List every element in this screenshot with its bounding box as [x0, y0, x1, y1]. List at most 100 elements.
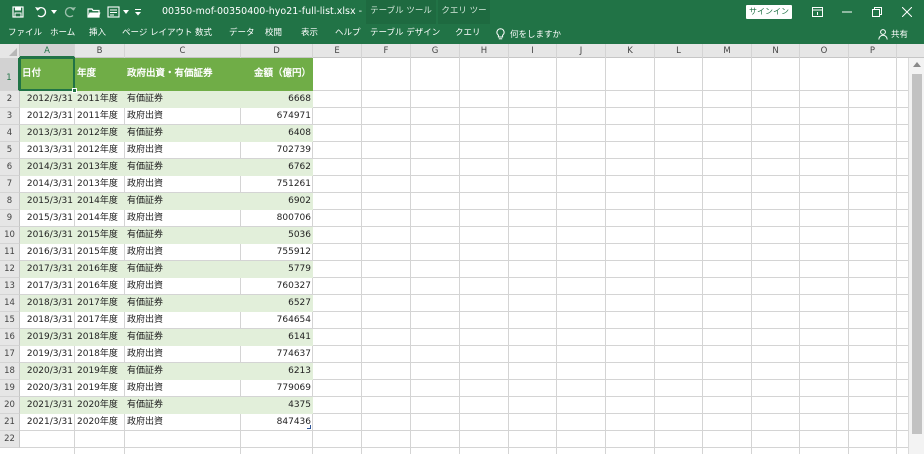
tab-view[interactable]: 表示 [301, 24, 318, 44]
undo-icon[interactable] [30, 0, 50, 24]
row-header[interactable]: 21 [0, 414, 20, 431]
table-cell-date[interactable]: 2012/3/31 [20, 108, 75, 125]
table-cell-amount[interactable]: 4375 [241, 397, 313, 414]
table-cell-category[interactable]: 有価証券 [125, 227, 241, 244]
tab-file[interactable]: ファイル [8, 24, 42, 44]
table-cell-year[interactable]: 2019年度 [75, 363, 125, 380]
table-cell-date[interactable]: 2018/3/31 [20, 312, 75, 329]
row-header[interactable]: 13 [0, 278, 20, 295]
row-header[interactable]: 3 [0, 108, 20, 125]
table-cell-date[interactable]: 2020/3/31 [20, 363, 75, 380]
table-cell-date[interactable]: 2014/3/31 [20, 176, 75, 193]
redo-icon[interactable] [60, 0, 80, 24]
table-cell-year[interactable]: 2012年度 [75, 142, 125, 159]
table-cell-amount[interactable]: 702739 [241, 142, 313, 159]
table-cell-category[interactable]: 政府出資 [125, 346, 241, 363]
tab-data[interactable]: データ [229, 24, 255, 44]
table-cell-date[interactable]: 2012/3/31 [20, 91, 75, 108]
table-cell-date[interactable]: 2016/3/31 [20, 244, 75, 261]
table-cell-category[interactable]: 有価証券 [125, 329, 241, 346]
table-cell-category[interactable]: 有価証券 [125, 397, 241, 414]
table-cell-amount[interactable]: 5779 [241, 261, 313, 278]
table-cell-date[interactable]: 2014/3/31 [20, 159, 75, 176]
table-cell-year[interactable]: 2014年度 [75, 210, 125, 227]
table-cell-category[interactable]: 有価証券 [125, 125, 241, 142]
row-header[interactable]: 17 [0, 346, 20, 363]
table-cell-amount[interactable]: 760327 [241, 278, 313, 295]
row-header[interactable]: 12 [0, 261, 20, 278]
table-cell-amount[interactable]: 6141 [241, 329, 313, 346]
column-header[interactable]: L [655, 44, 703, 58]
row-header[interactable]: 1 [0, 58, 20, 91]
table-cell-category[interactable]: 有価証券 [125, 261, 241, 278]
table-cell-date[interactable]: 2020/3/31 [20, 380, 75, 397]
table-cell-year[interactable]: 2013年度 [75, 159, 125, 176]
column-header[interactable]: J [557, 44, 606, 58]
row-header[interactable]: 8 [0, 193, 20, 210]
row-header[interactable]: 20 [0, 397, 20, 414]
table-cell-amount[interactable]: 764654 [241, 312, 313, 329]
table-cell-category[interactable]: 政府出資 [125, 414, 241, 431]
vertical-scrollbar[interactable] [908, 58, 924, 454]
table-cell-date[interactable]: 2015/3/31 [20, 210, 75, 227]
table-cell-amount[interactable]: 6902 [241, 193, 313, 210]
scroll-up-icon[interactable] [913, 62, 921, 67]
tab-table-design[interactable]: テーブル デザイン [370, 24, 440, 44]
row-header[interactable]: 22 [0, 431, 20, 448]
table-cell-category[interactable]: 有価証券 [125, 363, 241, 380]
column-header[interactable]: G [411, 44, 460, 58]
table-cell-date[interactable]: 2016/3/31 [20, 227, 75, 244]
table-resize-handle[interactable] [307, 425, 311, 429]
open-folder-icon[interactable] [84, 0, 104, 24]
row-header[interactable]: 18 [0, 363, 20, 380]
table-cell-year[interactable]: 2018年度 [75, 346, 125, 363]
table-cell-year[interactable]: 2020年度 [75, 397, 125, 414]
table-cell-category[interactable]: 政府出資 [125, 312, 241, 329]
table-cell-category[interactable]: 有価証券 [125, 91, 241, 108]
column-header[interactable]: K [606, 44, 655, 58]
table-cell-year[interactable]: 2017年度 [75, 295, 125, 312]
table-cell-date[interactable]: 2013/3/31 [20, 125, 75, 142]
table-cell-date[interactable]: 2021/3/31 [20, 414, 75, 431]
minimize-icon[interactable] [832, 0, 862, 24]
table-cell-category[interactable]: 政府出資 [125, 108, 241, 125]
table-cell-amount[interactable]: 751261 [241, 176, 313, 193]
table-cell-year[interactable]: 2015年度 [75, 244, 125, 261]
table-cell-year[interactable]: 2018年度 [75, 329, 125, 346]
column-header[interactable]: P [849, 44, 897, 58]
table-cell-year[interactable]: 2019年度 [75, 380, 125, 397]
customize-qat-icon[interactable] [132, 0, 144, 24]
table-cell-amount[interactable]: 779069 [241, 380, 313, 397]
table-cell-category[interactable]: 有価証券 [125, 295, 241, 312]
column-header[interactable]: H [460, 44, 509, 58]
column-header[interactable]: D [241, 44, 313, 58]
column-header[interactable]: A [20, 44, 75, 58]
table-cell-date[interactable]: 2018/3/31 [20, 295, 75, 312]
row-header[interactable]: 6 [0, 159, 20, 176]
tab-page-layout[interactable]: ページ レイアウト [122, 24, 193, 44]
table-cell-year[interactable]: 2012年度 [75, 125, 125, 142]
table-cell-category[interactable]: 政府出資 [125, 278, 241, 295]
table-cell-category[interactable]: 政府出資 [125, 244, 241, 261]
column-header[interactable]: F [362, 44, 411, 58]
signin-button[interactable]: サインイン [746, 5, 792, 19]
table-cell-year[interactable]: 2015年度 [75, 227, 125, 244]
row-header[interactable]: 16 [0, 329, 20, 346]
row-header[interactable]: 11 [0, 244, 20, 261]
scrollbar-thumb[interactable] [912, 74, 922, 434]
table-cell-amount[interactable]: 6762 [241, 159, 313, 176]
column-header[interactable]: I [509, 44, 557, 58]
table-cell-amount[interactable]: 774637 [241, 346, 313, 363]
close-icon[interactable] [892, 0, 922, 24]
table-cell-year[interactable]: 2020年度 [75, 414, 125, 431]
table-cell-category[interactable]: 政府出資 [125, 210, 241, 227]
table-cell-amount[interactable]: 6527 [241, 295, 313, 312]
column-header[interactable]: B [75, 44, 125, 58]
share-button[interactable]: 共有 [878, 24, 908, 44]
row-header[interactable]: 7 [0, 176, 20, 193]
column-header[interactable]: M [703, 44, 752, 58]
column-header[interactable]: N [752, 44, 800, 58]
table-cell-year[interactable]: 2011年度 [75, 91, 125, 108]
column-header[interactable]: C [125, 44, 241, 58]
column-header[interactable]: E [313, 44, 362, 58]
